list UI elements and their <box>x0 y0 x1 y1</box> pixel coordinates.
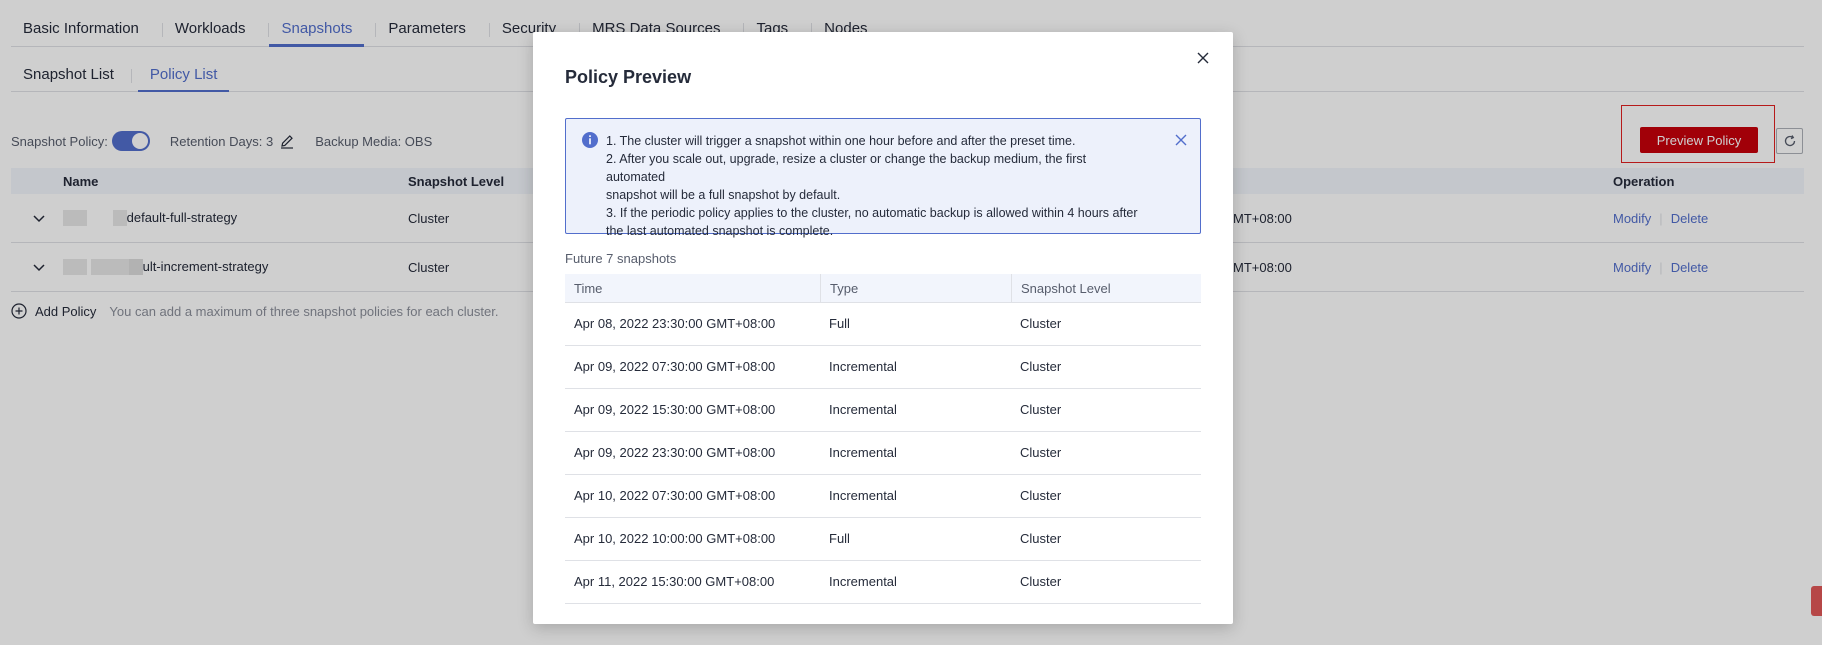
table-row: Apr 09, 2022 15:30:00 GMT+08:00 Incremen… <box>565 389 1201 432</box>
table-row: Apr 10, 2022 07:30:00 GMT+08:00 Incremen… <box>565 475 1201 518</box>
cell-type: Full <box>829 316 850 331</box>
dialog-title: Policy Preview <box>565 67 692 87</box>
table-row: Apr 11, 2022 15:30:00 GMT+08:00 Incremen… <box>565 561 1201 604</box>
cell-type: Full <box>829 531 850 546</box>
cell-level: Cluster <box>1020 316 1062 331</box>
cell-type: Incremental <box>829 488 897 503</box>
cell-type: Incremental <box>829 359 897 374</box>
close-icon[interactable] <box>1195 50 1211 66</box>
notice-text: 1. The cluster will trigger a snapshot w… <box>606 132 1146 240</box>
cell-time: Apr 11, 2022 15:30:00 GMT+08:00 <box>574 574 775 589</box>
table-row: Apr 10, 2022 10:00:00 GMT+08:00 Full Clu… <box>565 518 1201 561</box>
notice-line: snapshot will be a full snapshot by defa… <box>606 188 841 202</box>
cell-type: Incremental <box>829 402 897 417</box>
cell-level: Cluster <box>1020 574 1062 589</box>
cell-time: Apr 09, 2022 07:30:00 GMT+08:00 <box>574 359 776 374</box>
info-icon <box>582 132 598 148</box>
cell-time: Apr 09, 2022 23:30:00 GMT+08:00 <box>574 445 776 460</box>
close-icon[interactable] <box>1174 133 1188 147</box>
notice-line: 2. After you scale out, upgrade, resize … <box>606 152 1087 184</box>
header-type: Type <box>820 273 1011 303</box>
header-snapshot-level: Snapshot Level <box>1011 273 1201 303</box>
notice-line: 3. If the periodic policy applies to the… <box>606 206 1138 220</box>
cell-time: Apr 08, 2022 23:30:00 GMT+08:00 <box>574 316 776 331</box>
cell-level: Cluster <box>1020 402 1062 417</box>
table-row: Apr 09, 2022 07:30:00 GMT+08:00 Incremen… <box>565 346 1201 389</box>
cell-type: Incremental <box>829 445 897 460</box>
cell-level: Cluster <box>1020 359 1062 374</box>
future-snapshots-label: Future 7 snapshots <box>565 251 677 266</box>
cell-type: Incremental <box>829 574 897 589</box>
cell-level: Cluster <box>1020 488 1062 503</box>
cell-time: Apr 10, 2022 07:30:00 GMT+08:00 <box>574 488 776 503</box>
future-snapshots-table: Time Type Snapshot Level Apr 08, 2022 23… <box>565 273 1201 604</box>
cell-time: Apr 10, 2022 10:00:00 GMT+08:00 <box>574 531 776 546</box>
table-header: Time Type Snapshot Level <box>565 273 1201 303</box>
table-row: Apr 08, 2022 23:30:00 GMT+08:00 Full Clu… <box>565 303 1201 346</box>
cell-level: Cluster <box>1020 531 1062 546</box>
cell-level: Cluster <box>1020 445 1062 460</box>
info-notice: 1. The cluster will trigger a snapshot w… <box>565 118 1201 238</box>
policy-preview-dialog: Policy Preview 1. The cluster will trigg… <box>533 32 1233 624</box>
notice-line: the last automated snapshot is complete. <box>606 224 834 238</box>
table-row: Apr 09, 2022 23:30:00 GMT+08:00 Incremen… <box>565 432 1201 475</box>
header-time: Time <box>574 280 603 296</box>
cell-time: Apr 09, 2022 15:30:00 GMT+08:00 <box>574 402 776 417</box>
notice-line: 1. The cluster will trigger a snapshot w… <box>606 134 1076 148</box>
